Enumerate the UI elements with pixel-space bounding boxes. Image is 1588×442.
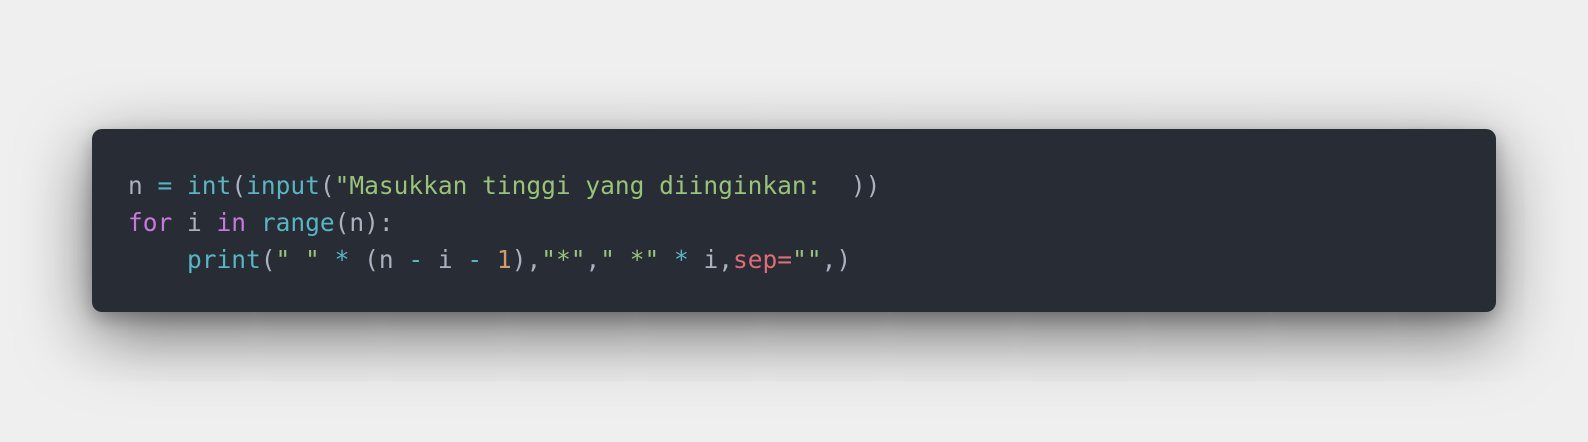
code-line-3: print(" " * (n - i - 1),"*"," *" * i,sep…	[128, 241, 1496, 278]
code-token: ))	[850, 171, 881, 200]
code-token: (	[231, 171, 247, 200]
code-token: ,	[585, 245, 601, 274]
code-token: *	[334, 245, 350, 274]
code-token: ""	[792, 245, 822, 274]
code-token: (	[319, 171, 335, 200]
code-token: for	[128, 208, 173, 237]
code-token: (n):	[334, 208, 394, 237]
code-line-1: n = int(input("Masukkan tinggi yang diin…	[128, 167, 1496, 204]
code-token: i	[172, 208, 217, 237]
code-token: ),	[511, 245, 542, 274]
code-token: int	[187, 171, 232, 200]
code-token: sep=	[733, 245, 793, 274]
code-token: in	[216, 208, 247, 237]
code-token: (n	[349, 245, 409, 274]
code-line-2: for i in range(n):	[128, 204, 1496, 241]
code-block: n = int(input("Masukkan tinggi yang diin…	[128, 167, 1496, 278]
code-token: " "	[275, 245, 320, 274]
code-token: " *"	[600, 245, 660, 274]
code-token: print	[187, 245, 261, 274]
code-token: "Masukkan tinggi yang diinginkan:	[334, 171, 851, 200]
code-window: n = int(input("Masukkan tinggi yang diin…	[92, 129, 1496, 312]
code-token: ,)	[821, 245, 852, 274]
code-token: -	[408, 245, 424, 274]
code-token: (	[260, 245, 276, 274]
code-token: 1	[496, 245, 512, 274]
code-token: i,	[688, 245, 734, 274]
code-token: -	[467, 245, 483, 274]
code-token: "*"	[541, 245, 586, 274]
code-token: n	[128, 171, 158, 200]
code-token: *	[674, 245, 689, 274]
code-token: range	[260, 208, 335, 237]
code-token: i	[423, 245, 468, 274]
code-token: =	[157, 171, 173, 200]
code-token: input	[246, 171, 320, 200]
